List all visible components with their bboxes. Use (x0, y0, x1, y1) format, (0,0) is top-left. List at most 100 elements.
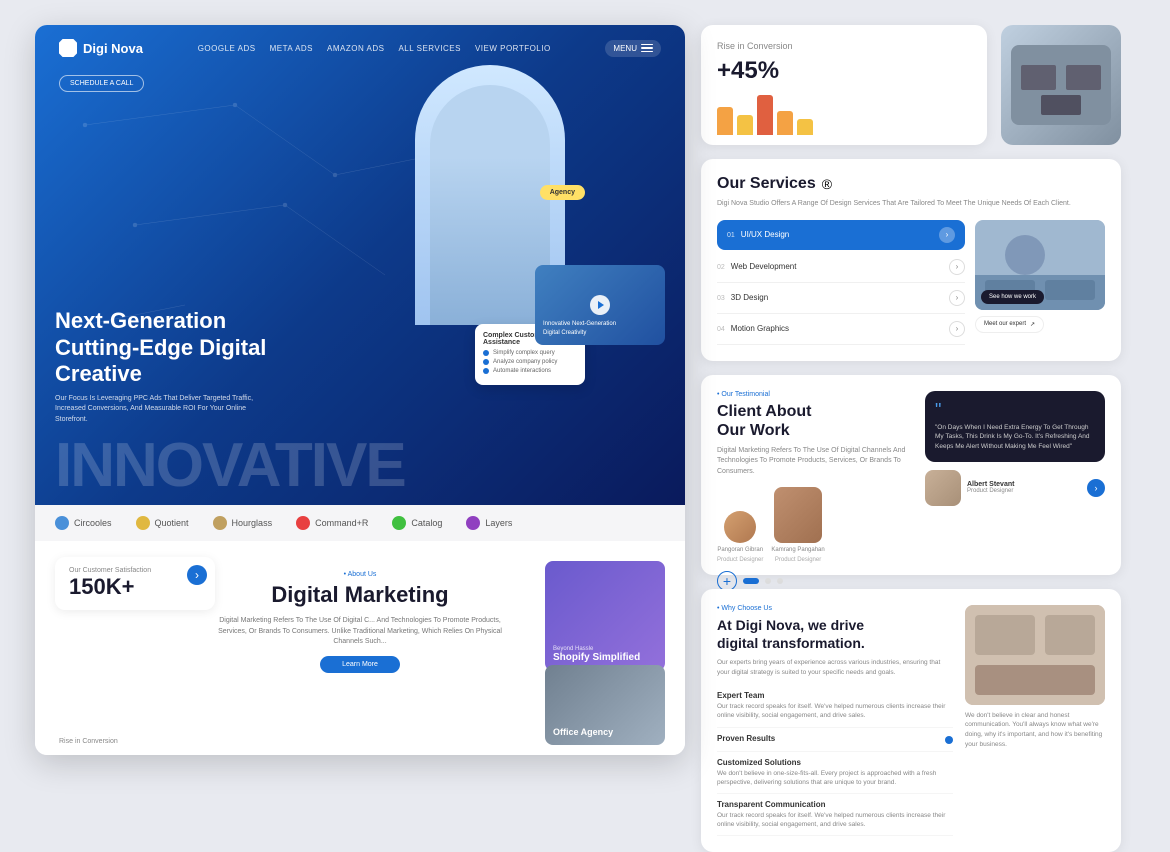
office-card: Office Agency (545, 665, 665, 745)
complex-dot-2 (483, 359, 489, 365)
conversion-card: Rise in Conversion +45% (701, 25, 987, 145)
bar-chart (717, 95, 971, 135)
complex-item-2: Analyze company policy (483, 359, 577, 365)
service-num-4: 04 (717, 326, 725, 333)
nav-dot-active (743, 578, 759, 584)
ticker-label-1: Quotient (155, 518, 189, 528)
services-card: Our Services ® Digi Nova Studio Offers A… (701, 159, 1121, 361)
why-item-1-desc: Our track record speaks for itself. We'v… (717, 702, 953, 720)
ticker-label-3: Command+R (315, 518, 368, 528)
testimonial-right: " "On Days When I Need Extra Energy To G… (925, 391, 1105, 592)
why-img-svg (965, 605, 1105, 705)
reviewer2-col: Kamrang Pangahan Product Designer (771, 487, 824, 563)
service-arrow-1: › (939, 227, 955, 243)
complex-text-1: Simplify complex query (493, 350, 555, 356)
learn-more-button[interactable]: Learn More (320, 656, 400, 673)
service-item-1[interactable]: 01UI/UX Design › (717, 220, 965, 250)
services-content: 01UI/UX Design › 02Web Development › 033… (717, 220, 1105, 345)
left-panel: Digi Nova GOOGLE ADS META ADS AMAZON ADS… (35, 25, 685, 755)
service-arrow-2: › (949, 259, 965, 275)
ticker-dot-0 (55, 516, 69, 530)
ticker-bar: Circooles Quotient Hourglass Command+R C… (35, 505, 685, 541)
hero-main-text: Next-Generation Cutting-Edge Digital Cre… (55, 308, 275, 425)
customer-label: Our Customer Satisfaction (69, 567, 201, 574)
office-image (1001, 25, 1121, 145)
quote-card: " "On Days When I Need Extra Energy To G… (925, 391, 1105, 462)
bar-5 (797, 119, 813, 135)
testimonial-tag: Our Testimonial (717, 391, 913, 398)
conversion-value: +45% (717, 57, 971, 85)
services-title: Our Services (717, 175, 816, 193)
reviewer2-avatar (774, 487, 822, 543)
testimonial-card: Our Testimonial Client About Our Work Di… (701, 375, 1121, 575)
rise-label: Rise in Conversion (59, 738, 118, 745)
ticker-dot-3 (296, 516, 310, 530)
play-card[interactable]: Innovative Next-Generation Digital Creat… (535, 265, 665, 345)
why-left: Why Choose Us At Digi Nova, we drivedigi… (717, 605, 953, 836)
quote-icon: " (935, 401, 1095, 419)
ticker-item-1: Quotient (136, 516, 189, 530)
why-item-3-title: Customized Solutions (717, 758, 953, 767)
why-item-4-title: Transparent Communication (717, 800, 953, 809)
play-button[interactable] (590, 295, 610, 315)
why-sub: Our experts bring years of experience ac… (717, 658, 953, 678)
hero-section: Digi Nova GOOGLE ADS META ADS AMAZON ADS… (35, 25, 685, 505)
ticker-item-3: Command+R (296, 516, 368, 530)
why-item-4-desc: Our track record speaks for itself. We'v… (717, 811, 953, 829)
complex-text-2: Analyze company policy (493, 359, 557, 365)
reviewer3-role: Product Designer (967, 488, 1014, 494)
reviewer2-role: Product Designer (775, 557, 821, 563)
right-panel: Rise in Conversion +45% (701, 25, 1121, 755)
play-card-text: Innovative Next-Generation Digital Creat… (543, 320, 616, 337)
screenshot-container: Digi Nova GOOGLE ADS META ADS AMAZON ADS… (35, 25, 1135, 755)
agency-badge: Agency (540, 185, 585, 200)
innova-bg-text: INNOVATIVE (35, 435, 685, 497)
ticker-label-2: Hourglass (232, 518, 273, 528)
bar-3 (757, 95, 773, 135)
reviewer3-name: Albert Stevant (967, 481, 1014, 488)
bar-4 (777, 111, 793, 135)
why-item-3: Customized Solutions We don't believe in… (717, 752, 953, 794)
services-header: Our Services ® (717, 175, 1105, 193)
ticker-label-0: Circooles (74, 518, 112, 528)
hero-headline: Next-Generation Cutting-Edge Digital Cre… (55, 308, 275, 387)
ticker-dot-1 (136, 516, 150, 530)
next-arrow-icon: › (1087, 479, 1105, 497)
service-num-1: 01 (727, 232, 735, 239)
customer-value: 150K+ (69, 574, 201, 600)
why-item-2: Proven Results (717, 728, 953, 752)
shopify-card: Beyond Hassle Shopify Simplified (545, 561, 665, 671)
service-num-2: 02 (717, 264, 725, 271)
logo-icon (59, 39, 77, 57)
ticker-item-4: Catalog (392, 516, 442, 530)
next-btn[interactable]: › (1087, 479, 1105, 497)
why-item-2-title: Proven Results (717, 734, 945, 743)
services-icon: ® (822, 176, 832, 192)
service-item-2[interactable]: 02Web Development › (717, 252, 965, 283)
office-svg (1011, 45, 1111, 125)
schedule-call-button[interactable]: SCHEDULE A CALL (59, 75, 144, 92)
why-image (965, 605, 1105, 705)
meet-expert-arrow: ↗ (1030, 321, 1035, 328)
service-item-4[interactable]: 04Motion Graphics › (717, 314, 965, 345)
see-how-button[interactable]: See how we work (981, 290, 1044, 304)
reviewer2-name: Kamrang Pangahan (771, 547, 824, 553)
why-items-list: Expert Team Our track record speaks for … (717, 685, 953, 836)
about-section: Our Customer Satisfaction 150K+ › About … (35, 541, 685, 755)
nav-dot-1 (765, 578, 771, 584)
ticker-label-5: Layers (485, 518, 512, 528)
service-item-3[interactable]: 033D Design › (717, 283, 965, 314)
why-item-1-content: Expert Team Our track record speaks for … (717, 691, 953, 720)
services-list-col: 01UI/UX Design › 02Web Development › 033… (717, 220, 965, 345)
services-btns: Meet our expert ↗ (975, 316, 1105, 333)
services-image: See how we work (975, 220, 1105, 310)
service-num-3: 03 (717, 295, 725, 302)
meet-expert-button[interactable]: Meet our expert ↗ (975, 316, 1044, 333)
complex-item-1: Simplify complex query (483, 350, 577, 356)
customer-arrow-icon[interactable]: › (187, 565, 207, 585)
rise-label-section: Rise in Conversion (59, 738, 118, 745)
testimonial-left: Our Testimonial Client About Our Work Di… (717, 391, 913, 592)
hero-subtitle: Our Focus Is Leveraging PPC Ads That Del… (55, 394, 275, 426)
nav-dot-2 (777, 578, 783, 584)
ticker-label-4: Catalog (411, 518, 442, 528)
